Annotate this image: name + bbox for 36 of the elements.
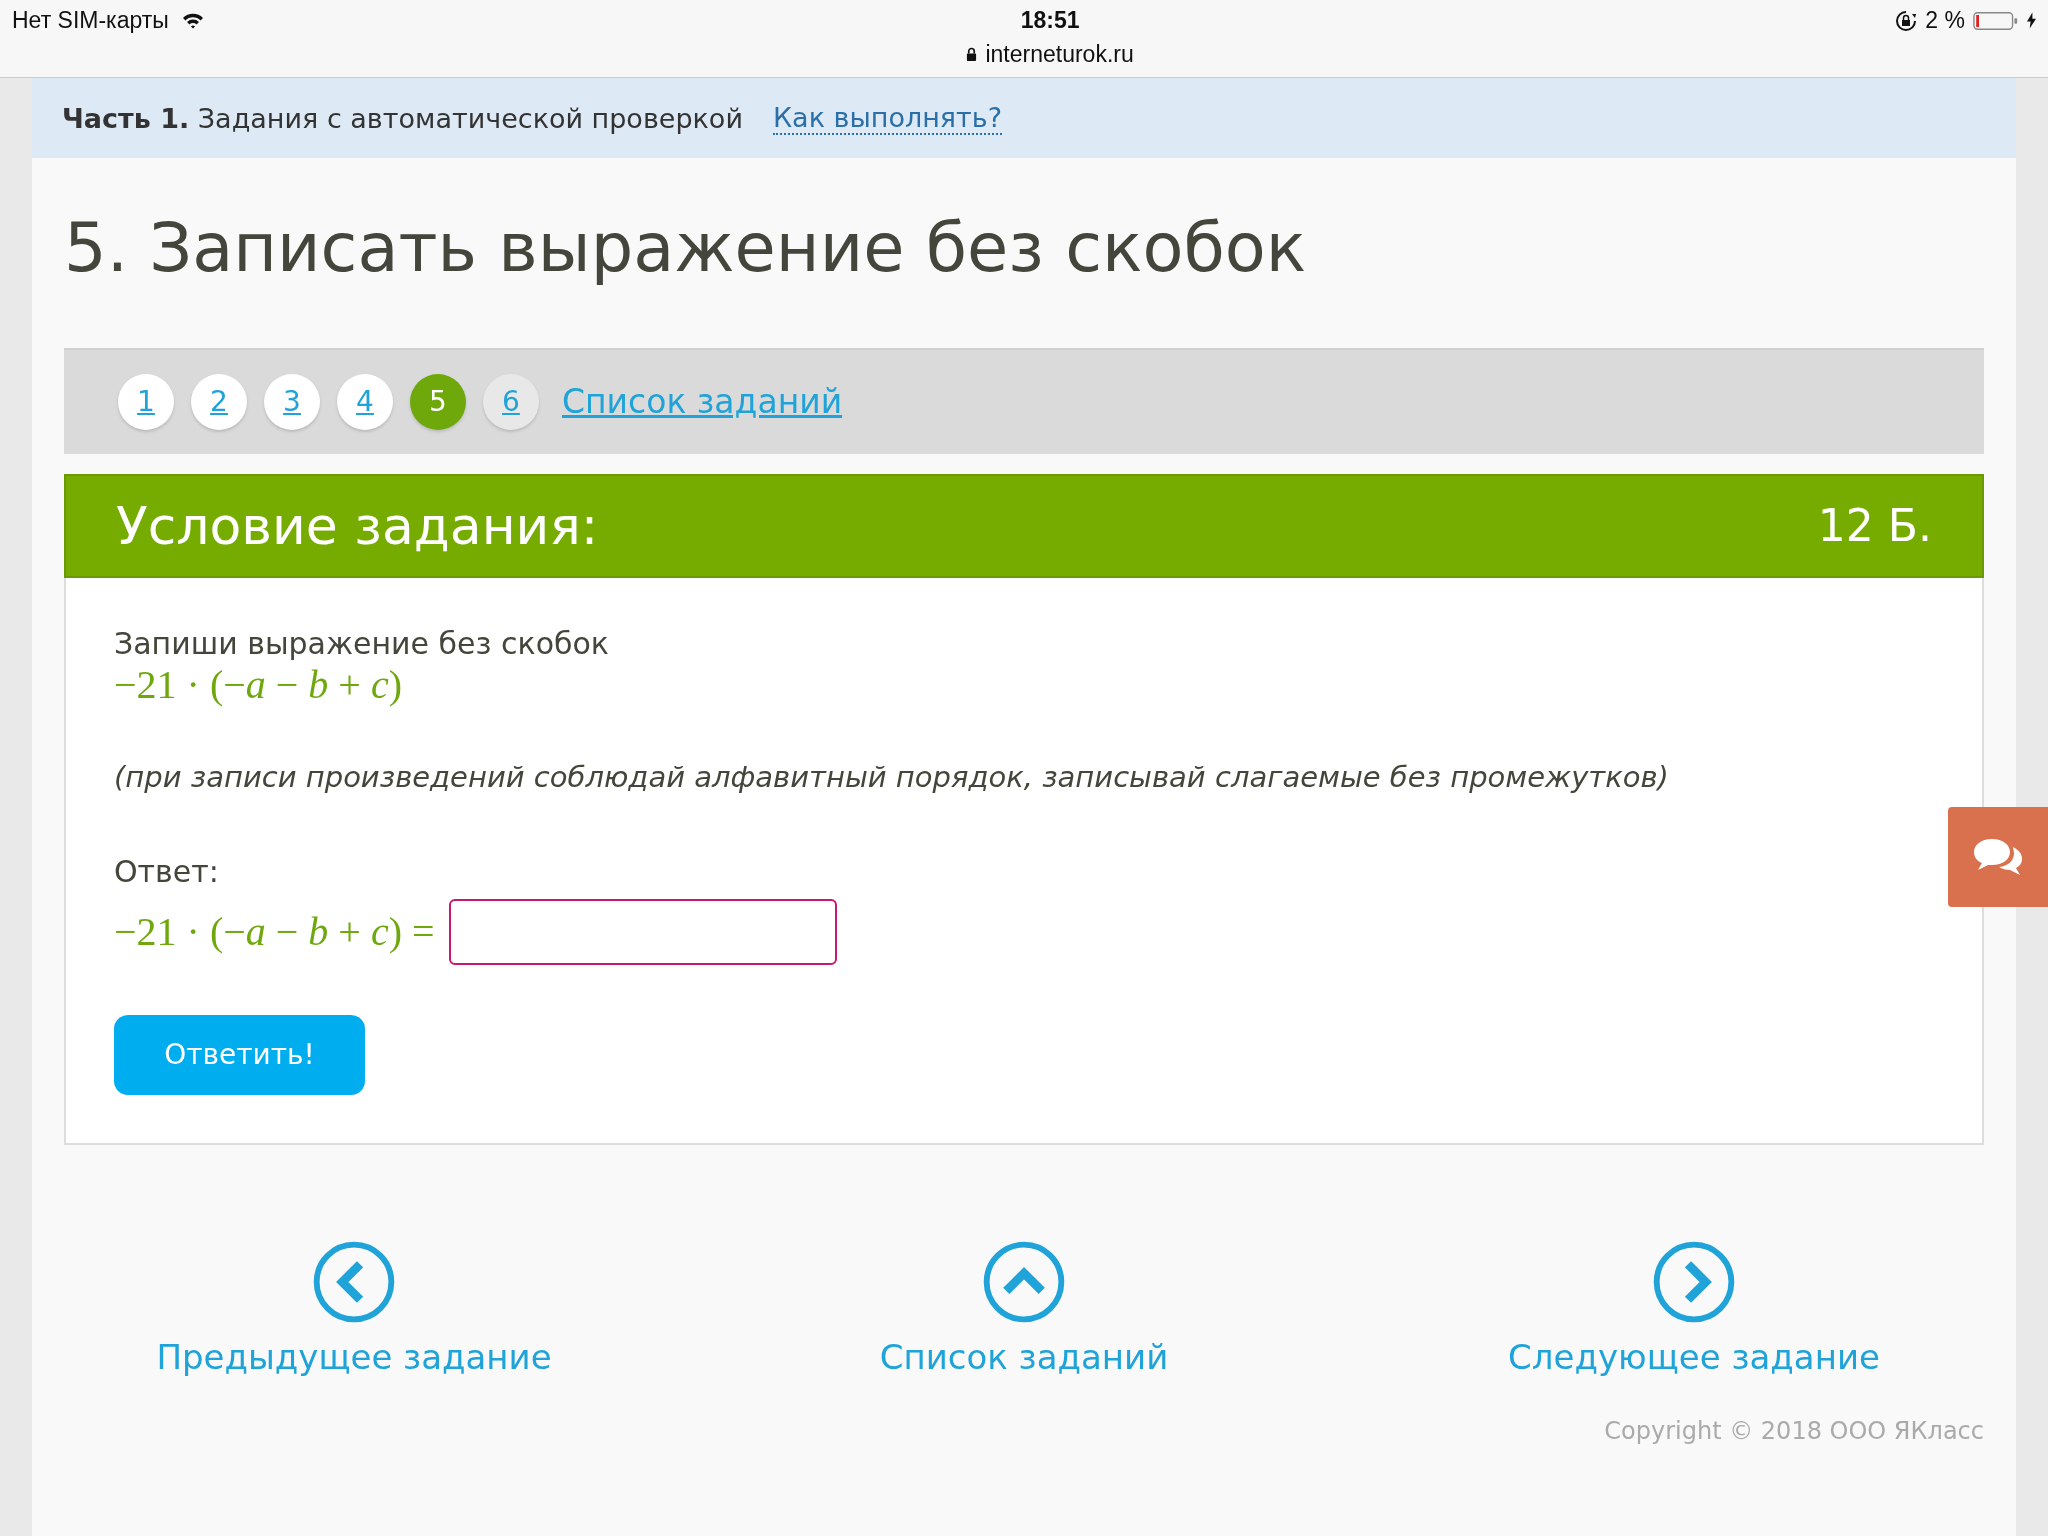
carrier-label: Нет SIM-карты (12, 7, 169, 34)
math-expression: −21 · (−a − b + c) = (114, 908, 435, 956)
task-number[interactable]: 5 (410, 373, 466, 430)
help-link[interactable]: Как выполнять? (772, 101, 1003, 135)
navigation-link[interactable]: Предыдущее задание (156, 1336, 552, 1377)
task-header-title: Условие задания: (116, 495, 599, 556)
task-number[interactable]: 1 (118, 373, 174, 430)
math-expression: −21 · (−a − b + c) (114, 660, 402, 708)
task-prompt: Запиши выражение без скобок (114, 625, 609, 661)
rotation-lock-icon (1895, 9, 1918, 32)
lock-icon (966, 47, 978, 62)
left-chevron-icon[interactable] (313, 1240, 395, 1323)
task-number[interactable]: 6 (483, 373, 539, 430)
speech-bubbles-icon (1972, 837, 2024, 877)
clock-time: 18:51 (1020, 7, 1080, 34)
task-note: (при записи произведений соблюдай алфавитный порядок, записывай слагаемые без промежутков) (114, 759, 1669, 794)
right-chevron-icon[interactable] (1653, 1240, 1735, 1323)
part-title: Часть 1. Задания с автоматической проверкой (62, 102, 743, 134)
copyright-text: Copyright © 2018 ООО ЯКласс (1604, 1416, 1984, 1445)
page-heading: 5. Записать выражение без скобок (64, 208, 1308, 289)
battery-icon (1973, 10, 2019, 31)
answer-label: Ответ: (114, 853, 219, 889)
submit-button[interactable]: Ответить! (114, 1014, 365, 1095)
chat-button[interactable] (1948, 807, 2048, 907)
battery-percent: 2 % (1925, 7, 1965, 34)
task-list-link[interactable]: Список заданий (562, 382, 843, 422)
navigation-link[interactable]: Следующее задание (1508, 1336, 1880, 1377)
navigation-link[interactable]: Список заданий (879, 1336, 1169, 1377)
task-points: 12 Б. (1817, 500, 1932, 552)
task-number[interactable]: 4 (337, 373, 393, 430)
task-number[interactable]: 2 (191, 373, 247, 430)
url-text[interactable]: interneturok.ru (985, 41, 1134, 68)
up-chevron-icon[interactable] (983, 1240, 1065, 1323)
answer-field[interactable] (448, 898, 837, 965)
charging-icon (2027, 12, 2036, 29)
task-number[interactable]: 3 (264, 373, 320, 430)
